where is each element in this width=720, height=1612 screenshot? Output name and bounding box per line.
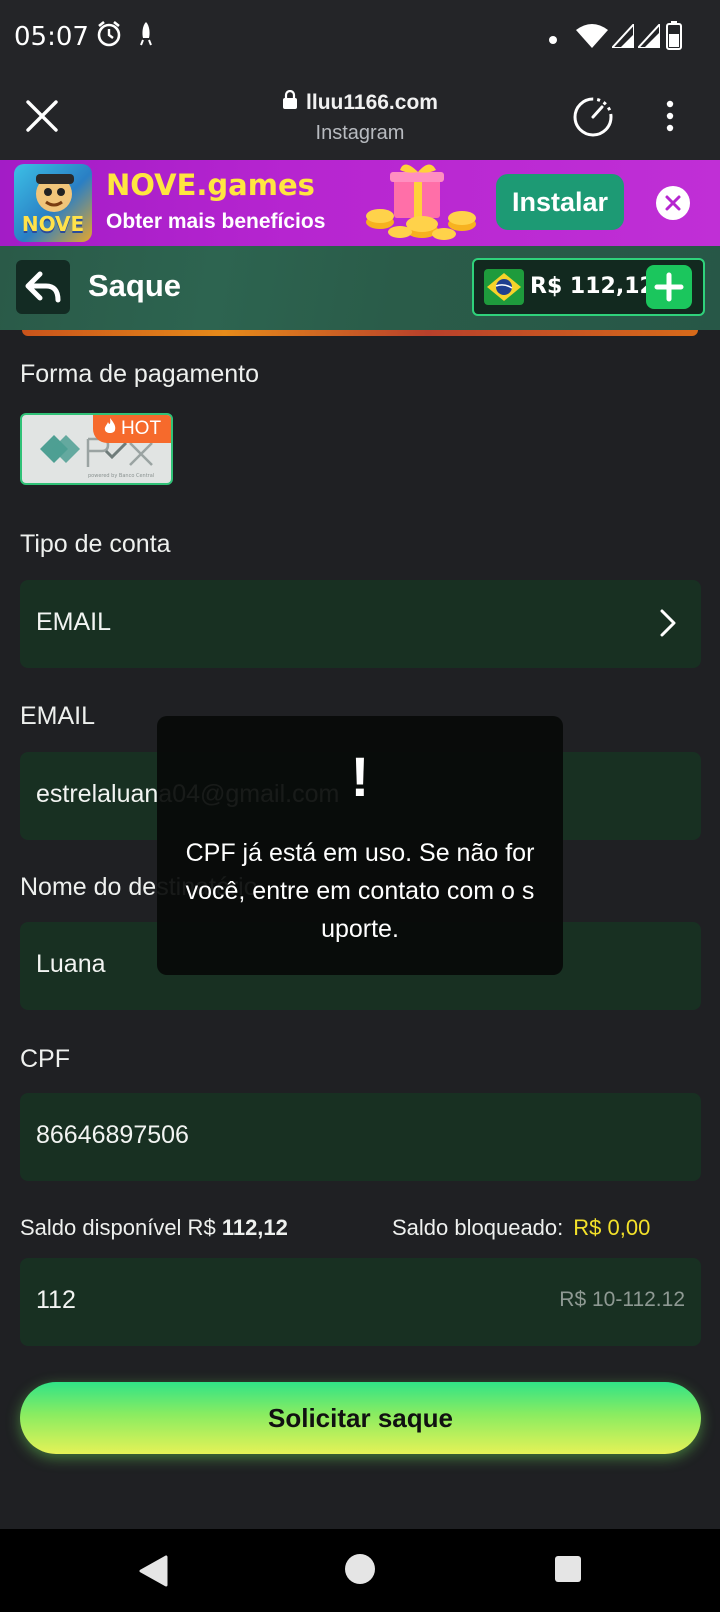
nav-back-icon[interactable] <box>138 1555 168 1592</box>
url-domain: lluu1166.com <box>306 91 438 114</box>
toast-message: CPF já está em uso. Se não for você, ent… <box>185 839 535 943</box>
cpf-label: CPF <box>20 1045 70 1073</box>
gift-coins-icon <box>364 164 480 242</box>
payment-method-label: Forma de pagamento <box>20 360 260 388</box>
speedometer-icon[interactable] <box>572 96 614 143</box>
screen: 05:07 lluu1166.com Instagram NOVE NOVE.g… <box>0 0 720 1612</box>
withdraw-amount-value: 112 <box>36 1286 76 1314</box>
signal-icon-2 <box>635 21 661 53</box>
install-button[interactable]: Instalar <box>496 174 624 230</box>
chevron-right-icon <box>659 608 677 643</box>
status-bar: 05:07 <box>0 0 720 76</box>
nav-recents-icon[interactable] <box>554 1555 582 1588</box>
cpf-value: 86646897506 <box>36 1121 189 1149</box>
blocked-balance-value: R$ 0,00 <box>573 1215 651 1240</box>
withdraw-amount-range: R$ 10-112.12 <box>559 1288 685 1311</box>
withdraw-amount-input[interactable]: 112 R$ 10-112.12 <box>20 1258 701 1346</box>
cpf-field[interactable]: 86646897506 <box>20 1093 701 1181</box>
account-type-select[interactable]: EMAIL <box>20 580 701 668</box>
blocked-balance: Saldo bloqueado: R$ 0,00 <box>392 1215 651 1240</box>
flame-icon <box>103 417 117 441</box>
wifi-icon <box>576 24 608 53</box>
available-balance: Saldo disponível R$ 112,12 <box>20 1215 288 1240</box>
browser-toolbar: lluu1166.com Instagram <box>0 76 720 160</box>
lock-icon <box>282 89 298 116</box>
svg-text:powered by Banco Central: powered by Banco Central <box>88 473 154 479</box>
account-type-label: Tipo de conta <box>20 530 171 558</box>
brazil-flag-icon <box>484 269 524 305</box>
notification-icon <box>138 20 154 53</box>
nav-home-icon[interactable] <box>344 1553 376 1590</box>
system-nav-bar <box>0 1529 720 1612</box>
status-time: 05:07 <box>14 22 89 52</box>
dot-icon <box>548 32 558 50</box>
banner-app-name: NOVE.games <box>106 168 315 202</box>
back-arrow-icon[interactable] <box>16 260 70 314</box>
battery-icon <box>666 20 682 55</box>
hot-badge: HOT <box>93 415 171 443</box>
pix-payment-option[interactable]: powered by Banco Central HOT <box>20 413 173 485</box>
error-toast: ! CPF já está em uso. Se não for você, e… <box>157 716 563 975</box>
install-banner: NOVE NOVE.games Obter mais benefícios In… <box>0 160 720 246</box>
app-header: Saque R$ 112,12 <box>0 246 720 330</box>
more-menu-icon[interactable] <box>666 100 674 137</box>
promo-banner-edge <box>22 330 698 336</box>
page-title: Saque <box>88 268 182 303</box>
add-funds-icon[interactable] <box>646 265 692 309</box>
balance-widget[interactable]: R$ 112,12 <box>472 258 705 316</box>
recipient-name-value: Luana <box>36 950 106 978</box>
banner-tagline: Obter mais benefícios <box>106 210 326 233</box>
banner-close-icon[interactable] <box>656 186 690 220</box>
email-label: EMAIL <box>20 702 96 730</box>
signal-icon <box>609 21 635 53</box>
alert-icon: ! <box>350 745 370 808</box>
account-type-value: EMAIL <box>36 608 112 636</box>
balance-amount: R$ 112,12 <box>530 274 655 299</box>
request-withdrawal-button[interactable]: Solicitar saque <box>20 1382 701 1454</box>
app-logo-icon: NOVE <box>14 164 92 242</box>
alarm-icon <box>96 20 122 53</box>
